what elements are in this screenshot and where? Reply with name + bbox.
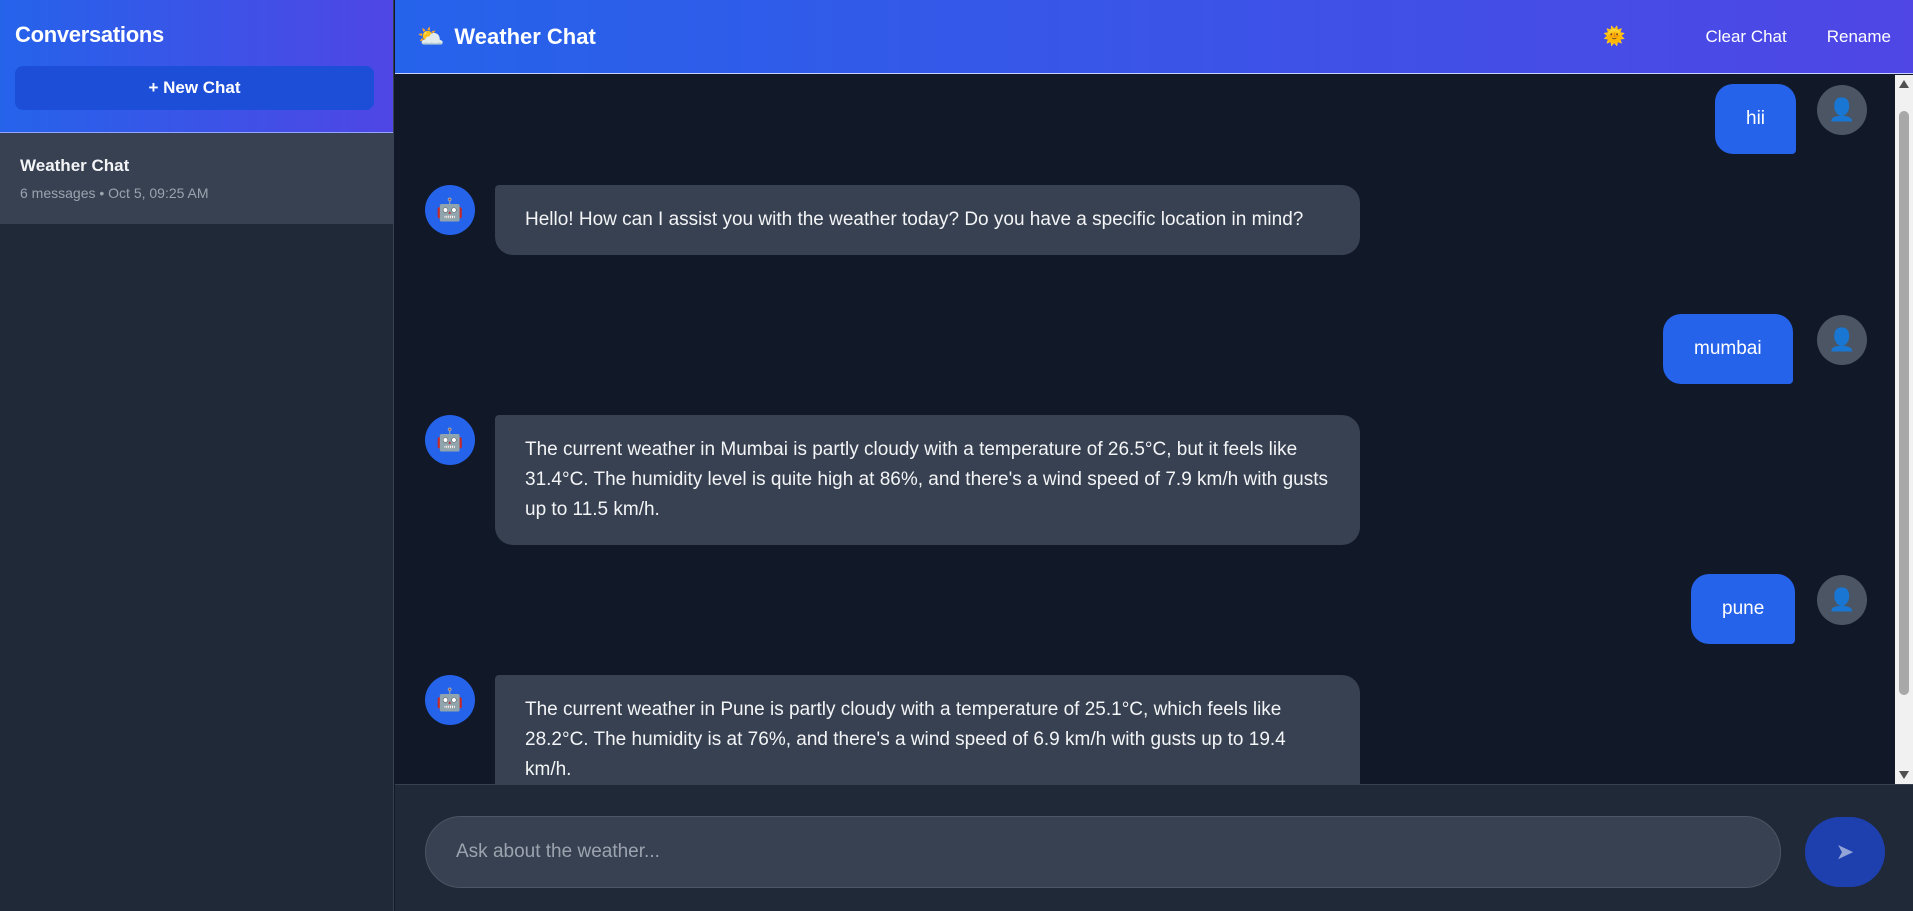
composer: ➤ [395,784,1913,911]
user-avatar-icon: 👤 [1817,575,1867,625]
sidebar: Conversations + New Chat Weather Chat 6 … [0,0,394,911]
bot-avatar-icon: 🤖 [425,415,475,465]
message-scrollbar[interactable] [1895,75,1913,784]
send-icon: ➤ [1835,839,1855,864]
sidebar-header: Conversations + New Chat [0,0,393,133]
rename-button[interactable]: Rename [1827,27,1891,47]
message-list[interactable]: hii 👤 🤖 Hello! How can I assist you with… [395,75,1895,784]
sidebar-title: Conversations [15,22,164,47]
chat-main: ⛅ Weather Chat 🌞 Clear Chat Rename hii 👤… [395,0,1913,911]
user-message: hii [1715,84,1797,154]
theme-toggle-icon[interactable]: 🌞 [1603,26,1625,47]
scroll-thumb[interactable] [1899,111,1909,695]
user-avatar-icon: 👤 [1817,315,1867,365]
user-message: pune [1691,574,1796,644]
clear-chat-button[interactable]: Clear Chat [1705,27,1786,47]
send-button[interactable]: ➤ [1805,817,1885,887]
scroll-up-arrow-icon[interactable] [1899,80,1909,88]
weather-icon: ⛅ [417,23,445,49]
user-message-bubble: hii [1715,84,1797,154]
chat-header: ⛅ Weather Chat 🌞 Clear Chat Rename [395,0,1913,74]
assistant-message-bubble: Hello! How can I assist you with the wea… [495,185,1360,255]
conversation-item[interactable]: Weather Chat 6 messages • Oct 5, 09:25 A… [0,133,393,224]
assistant-message-bubble: The current weather in Mumbai is partly … [495,415,1360,545]
new-chat-button[interactable]: + New Chat [15,66,374,110]
user-message-bubble: mumbai [1663,314,1793,384]
assistant-message-bubble: The current weather in Pune is partly cl… [495,675,1360,784]
user-avatar-icon: 👤 [1817,85,1867,135]
user-message: mumbai [1663,314,1793,384]
user-message-bubble: pune [1691,574,1796,644]
message-input[interactable] [425,816,1781,888]
chat-title: Weather Chat [454,23,596,49]
bot-avatar-icon: 🤖 [425,675,475,725]
conversation-meta: 6 messages • Oct 5, 09:25 AM [20,185,209,201]
bot-avatar-icon: 🤖 [425,185,475,235]
scroll-down-arrow-icon[interactable] [1899,771,1909,779]
conversation-title: Weather Chat [20,156,130,175]
